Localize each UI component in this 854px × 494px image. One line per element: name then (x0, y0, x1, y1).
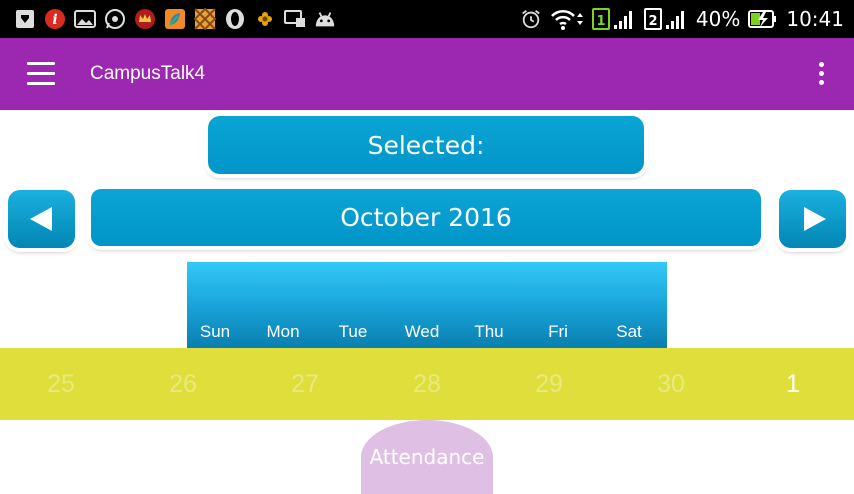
clock: 10:41 (786, 7, 844, 31)
menu-icon[interactable] (24, 62, 58, 86)
info-icon: i (44, 8, 66, 30)
leaf-app-icon (164, 8, 186, 30)
app-title: CampusTalk4 (90, 63, 206, 84)
next-month-button[interactable] (779, 190, 846, 248)
notification-icons: i (14, 6, 336, 32)
svg-text:i: i (52, 12, 57, 28)
day-cell[interactable]: 26 (122, 370, 244, 399)
sim2-icon: 2 (643, 8, 688, 30)
pattern-app-icon (194, 8, 216, 30)
crown-app-icon (134, 8, 156, 30)
selected-date-bar: Selected: (208, 116, 644, 174)
weekday-label: Sun (199, 322, 231, 341)
day-cell[interactable]: 1 (732, 370, 854, 399)
whatsapp-icon (104, 8, 126, 30)
download-icon (14, 8, 36, 30)
arrow-right-icon (804, 207, 826, 231)
flower-app-icon (254, 8, 276, 30)
weekday-label: Mon (266, 322, 300, 341)
svg-text:2: 2 (648, 14, 657, 29)
weekday-label: Thu (474, 322, 504, 341)
month-title: October 2016 (91, 189, 761, 246)
day-cell[interactable]: 29 (488, 370, 610, 399)
date-row: 25 26 27 28 29 30 1 (0, 348, 854, 420)
prev-month-button[interactable] (8, 190, 75, 248)
svg-text:1: 1 (596, 14, 605, 29)
weekday-label: Wed (404, 322, 440, 341)
wifi-icon (550, 8, 584, 30)
weekday-header: Sun Mon Tue Wed Thu Fri Sat (187, 262, 667, 348)
cast-screen-icon (284, 8, 306, 30)
day-cell[interactable]: 25 (0, 370, 122, 399)
app-bar: CampusTalk4 (0, 38, 854, 110)
status-bar: i 1 2 40% 10:41 (0, 0, 854, 38)
weekday-label: Fri (548, 322, 568, 341)
system-status: 1 2 40% 10:41 (520, 6, 844, 32)
day-cell[interactable]: 30 (610, 370, 732, 399)
weekday-label: Sat (616, 322, 642, 341)
day-cell[interactable]: 27 (244, 370, 366, 399)
day-cell[interactable]: 28 (366, 370, 488, 399)
attendance-button[interactable]: Attendance (361, 420, 493, 494)
weekday-label: Tue (338, 322, 368, 341)
battery-percent: 40% (695, 7, 741, 31)
alarm-icon (520, 8, 542, 30)
opera-icon (224, 8, 246, 30)
sim1-icon: 1 (591, 8, 636, 30)
battery-charging-icon (748, 8, 778, 30)
arrow-left-icon (30, 207, 52, 231)
gallery-icon (74, 8, 96, 30)
overflow-menu-icon[interactable] (812, 60, 832, 88)
android-debug-icon (314, 8, 336, 30)
